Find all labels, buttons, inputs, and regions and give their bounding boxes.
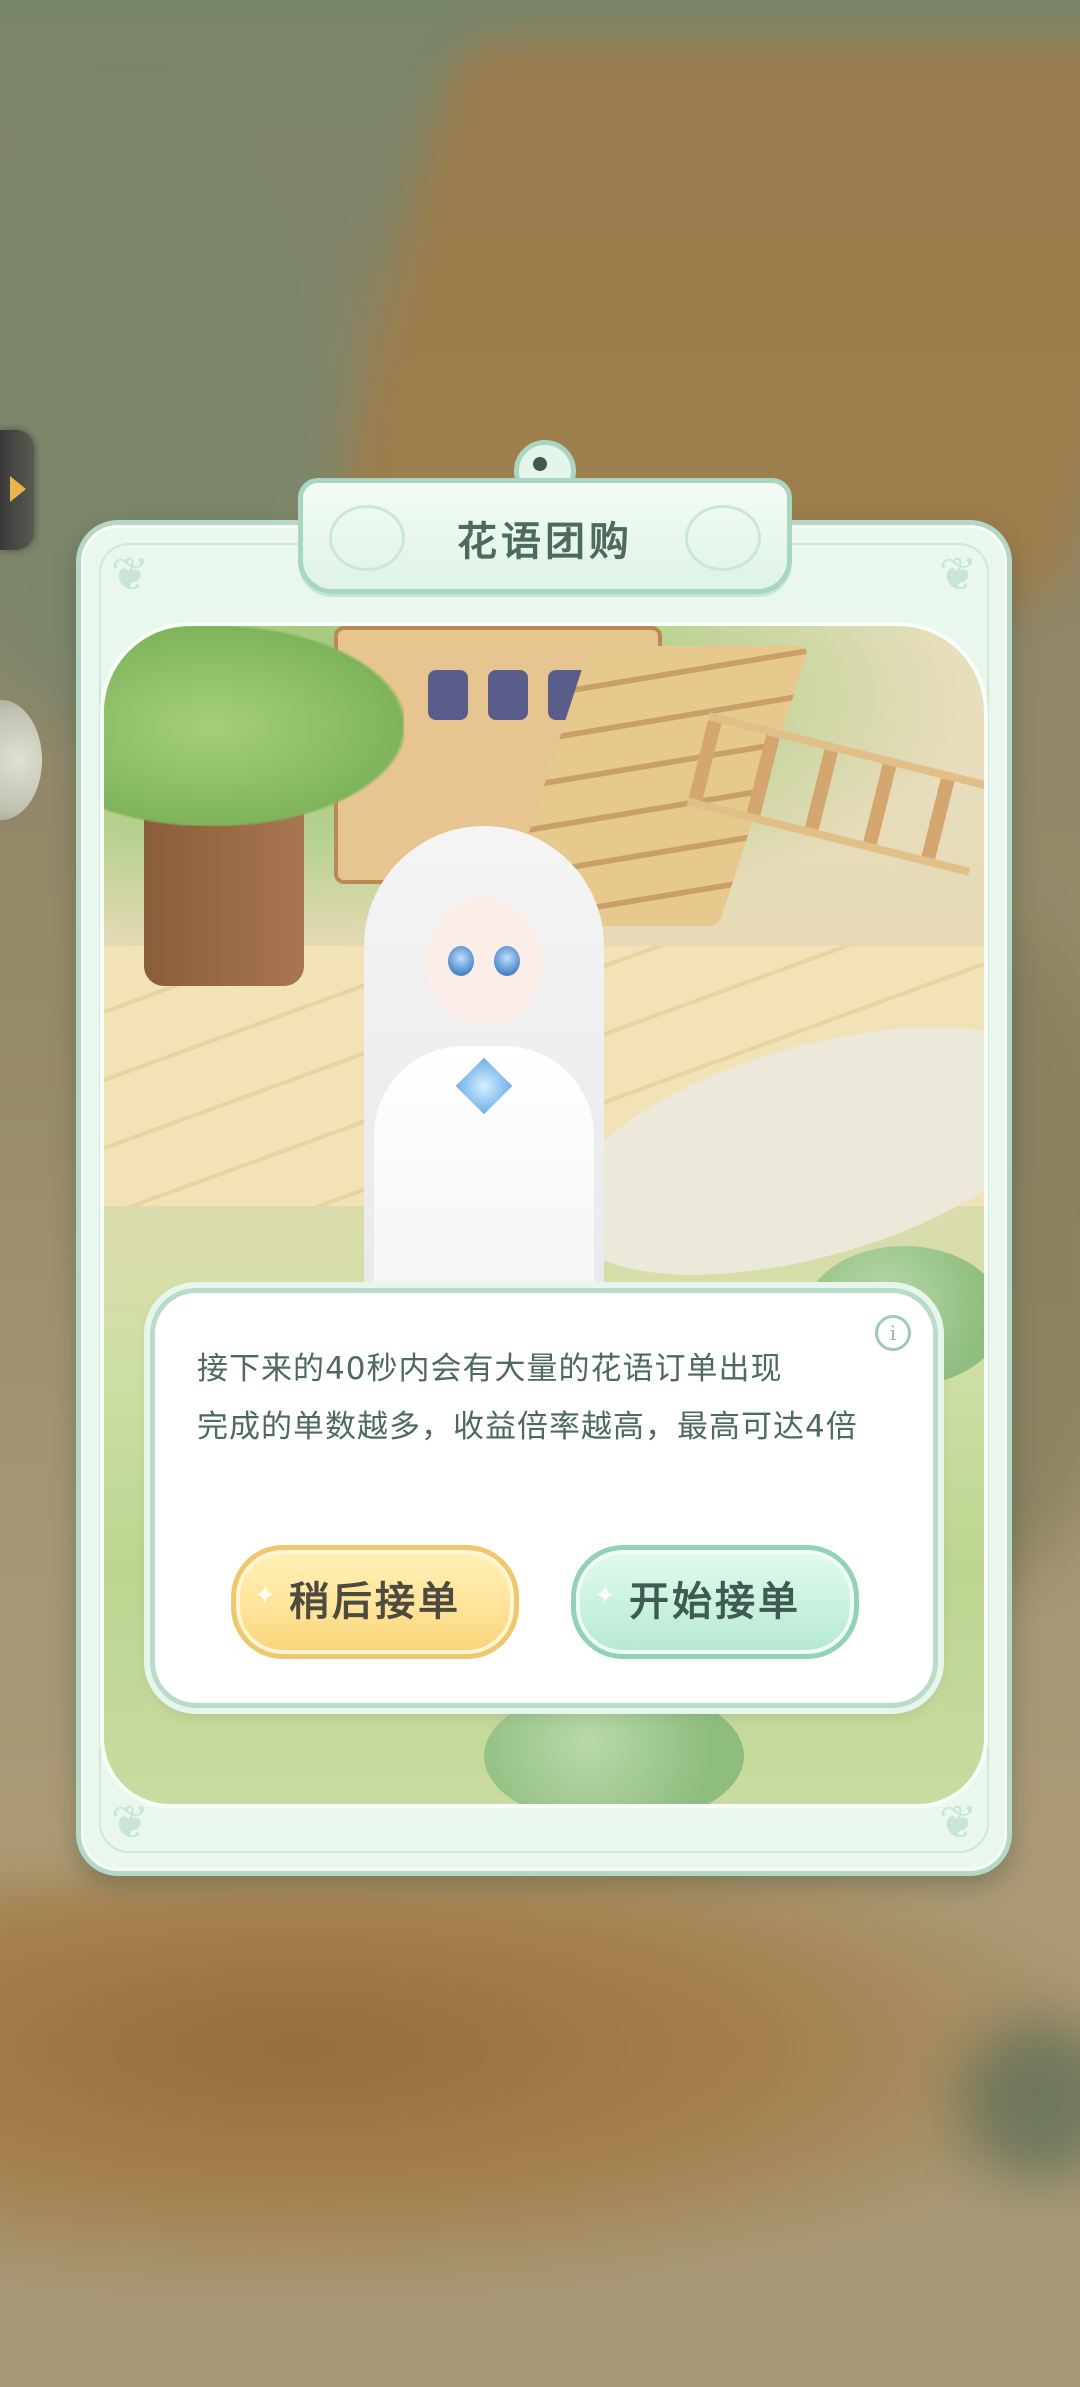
- side-drawer-handle[interactable]: [0, 430, 34, 550]
- accept-later-button[interactable]: ✦ 稍后接单: [231, 1545, 519, 1659]
- start-orders-button[interactable]: ✦ 开始接单: [571, 1545, 859, 1659]
- event-description-line: 接下来的40秒内会有大量的花语订单出现: [197, 1351, 783, 1387]
- accept-later-label: 稍后接单: [289, 1579, 461, 1625]
- info-icon[interactable]: i: [875, 1315, 911, 1351]
- game-screen: ❦ ❦ ❦ ❦ 花语团购 i 接下来的40秒内会有大量的花语订单出现 完成的单数…: [0, 0, 1080, 2387]
- sparkle-icon: ✦: [254, 1581, 279, 1611]
- jar-icon: [488, 670, 528, 720]
- sparkle-icon: ✦: [594, 1581, 619, 1611]
- corner-ornament-icon: ❦: [938, 547, 978, 601]
- start-orders-label: 开始接单: [629, 1579, 801, 1625]
- play-arrow-icon: [10, 476, 26, 502]
- character-eye: [448, 946, 474, 976]
- corner-ornament-icon: ❦: [110, 547, 150, 601]
- dialog-title: 花语团购: [457, 519, 633, 565]
- illustration-tree-canopy: [104, 626, 404, 826]
- character-eye: [494, 946, 520, 976]
- jar-icon: [428, 670, 468, 720]
- character-face: [426, 896, 542, 1026]
- event-description-line: 完成的单数越多，收益倍率越高，最高可达4倍: [197, 1409, 858, 1445]
- event-info-card: i 接下来的40秒内会有大量的花语订单出现 完成的单数越多，收益倍率越高，最高可…: [150, 1288, 938, 1708]
- dialog-title-plate: 花语团购: [298, 478, 792, 594]
